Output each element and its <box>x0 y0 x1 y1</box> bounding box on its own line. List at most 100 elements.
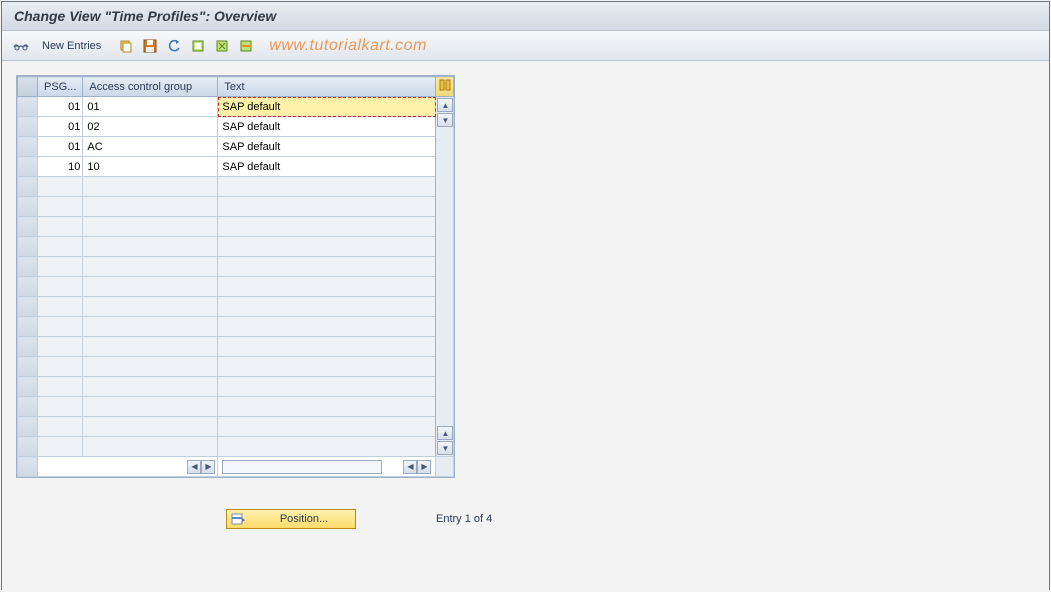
cell-acg[interactable]: 01 <box>83 97 218 117</box>
cell-acg[interactable]: 10 <box>83 157 218 177</box>
row-selector[interactable] <box>18 317 38 337</box>
hscroll-track[interactable] <box>222 460 382 474</box>
cell-psg[interactable] <box>38 337 83 357</box>
cell-psg[interactable]: 01 <box>38 117 83 137</box>
deselect-all-icon[interactable] <box>213 37 231 55</box>
cell-acg[interactable] <box>83 437 218 457</box>
cell-psg[interactable] <box>38 197 83 217</box>
cell-text[interactable]: SAP default <box>218 117 436 137</box>
row-selector[interactable] <box>18 97 38 117</box>
cell-psg[interactable] <box>38 217 83 237</box>
new-entries-button[interactable]: New Entries <box>36 38 107 54</box>
cell-acg[interactable]: AC <box>83 137 218 157</box>
cell-acg[interactable] <box>83 357 218 377</box>
cell-psg[interactable] <box>38 417 83 437</box>
cell-acg[interactable] <box>83 257 218 277</box>
position-button[interactable]: Position... <box>226 509 356 529</box>
cell-acg[interactable] <box>83 297 218 317</box>
row-selector[interactable] <box>18 357 38 377</box>
cell-text[interactable] <box>218 377 436 397</box>
copy-icon[interactable] <box>117 37 135 55</box>
cell-text[interactable] <box>218 397 436 417</box>
row-selector[interactable] <box>18 257 38 277</box>
cell-text[interactable] <box>218 257 436 277</box>
row-selector-header[interactable] <box>18 77 38 97</box>
row-selector[interactable] <box>18 237 38 257</box>
row-selector[interactable] <box>18 397 38 417</box>
cell-text[interactable]: SAP default <box>218 137 436 157</box>
cell-psg[interactable] <box>38 377 83 397</box>
cell-acg[interactable] <box>83 217 218 237</box>
cell-psg[interactable] <box>38 257 83 277</box>
cell-psg[interactable] <box>38 297 83 317</box>
row-selector[interactable] <box>18 137 38 157</box>
cell-acg[interactable] <box>83 177 218 197</box>
scroll-down2-icon[interactable]: ▼ <box>437 441 453 455</box>
cell-acg[interactable] <box>83 237 218 257</box>
cell-text[interactable] <box>218 337 436 357</box>
scroll-down-icon[interactable]: ▼ <box>437 113 453 127</box>
col-text[interactable]: Text <box>218 77 436 97</box>
cell-acg[interactable]: 02 <box>83 117 218 137</box>
row-selector[interactable] <box>18 177 38 197</box>
cell-text[interactable] <box>218 357 436 377</box>
cell-acg[interactable] <box>83 377 218 397</box>
cell-psg[interactable]: 01 <box>38 97 83 117</box>
delimit-icon[interactable] <box>237 37 255 55</box>
cell-acg[interactable] <box>83 337 218 357</box>
vscroll-gutter[interactable]: ▲▼▲▼ <box>436 97 454 457</box>
row-selector[interactable] <box>18 157 38 177</box>
row-selector[interactable] <box>18 277 38 297</box>
cell-psg[interactable]: 10 <box>38 157 83 177</box>
cell-acg[interactable] <box>83 197 218 217</box>
cell-text[interactable] <box>218 197 436 217</box>
select-all-icon[interactable] <box>189 37 207 55</box>
cell-text[interactable] <box>218 237 436 257</box>
cell-psg[interactable]: 01 <box>38 137 83 157</box>
cell-psg[interactable] <box>38 317 83 337</box>
cell-psg[interactable] <box>38 237 83 257</box>
scroll-right-icon[interactable]: ▶ <box>201 460 215 474</box>
cell-text[interactable] <box>218 177 436 197</box>
scroll-left-start-icon[interactable]: ◀ <box>187 460 201 474</box>
cell-psg[interactable] <box>38 177 83 197</box>
cell-text[interactable]: SAP default <box>218 157 436 177</box>
cell-text[interactable] <box>218 277 436 297</box>
page-title: Change View "Time Profiles": Overview <box>2 2 1049 31</box>
row-selector[interactable] <box>18 297 38 317</box>
cell-psg[interactable] <box>38 277 83 297</box>
cell-text[interactable] <box>218 297 436 317</box>
cell-psg[interactable] <box>38 437 83 457</box>
cell-acg[interactable] <box>83 317 218 337</box>
configure-columns-icon[interactable] <box>436 77 454 97</box>
cell-psg[interactable] <box>38 397 83 417</box>
col-acg[interactable]: Access control group <box>83 77 218 97</box>
cell-acg[interactable] <box>83 277 218 297</box>
save-icon[interactable] <box>141 37 159 55</box>
scroll-up-icon[interactable]: ▲ <box>437 98 453 112</box>
row-selector[interactable] <box>18 417 38 437</box>
cell-text[interactable] <box>218 437 436 457</box>
cell-acg[interactable] <box>83 397 218 417</box>
row-selector[interactable] <box>18 217 38 237</box>
row-selector[interactable] <box>18 377 38 397</box>
row-selector[interactable] <box>18 117 38 137</box>
cell-text[interactable]: SAP default <box>218 97 436 117</box>
glasses-icon[interactable] <box>12 37 30 55</box>
toolbar: New Entries www.tutorialkart.com <box>2 31 1049 61</box>
cell-text[interactable] <box>218 317 436 337</box>
cell-text[interactable] <box>218 417 436 437</box>
watermark: www.tutorialkart.com <box>269 37 427 55</box>
row-selector[interactable] <box>18 337 38 357</box>
entry-counter: Entry 1 of 4 <box>436 513 492 525</box>
undo-icon[interactable] <box>165 37 183 55</box>
row-selector[interactable] <box>18 197 38 217</box>
row-selector[interactable] <box>18 437 38 457</box>
scroll-left-icon[interactable]: ◀ <box>403 460 417 474</box>
cell-psg[interactable] <box>38 357 83 377</box>
cell-text[interactable] <box>218 217 436 237</box>
cell-acg[interactable] <box>83 417 218 437</box>
scroll-up2-icon[interactable]: ▲ <box>437 426 453 440</box>
scroll-right-end-icon[interactable]: ▶ <box>417 460 431 474</box>
col-psg[interactable]: PSG... <box>38 77 83 97</box>
